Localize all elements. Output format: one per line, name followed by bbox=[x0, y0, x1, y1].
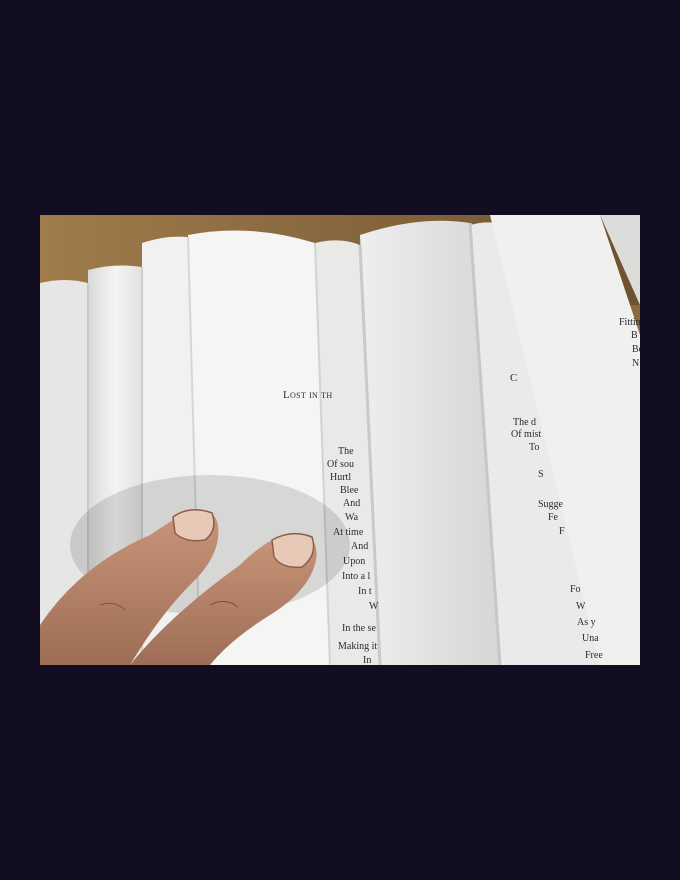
poem-line: Fo bbox=[570, 584, 581, 595]
poem-line: In the se bbox=[342, 623, 376, 634]
photo-scene bbox=[40, 215, 640, 665]
poem-line: Sugge bbox=[538, 499, 563, 510]
poem-line: S bbox=[538, 469, 544, 480]
poem-line: Upon bbox=[343, 556, 366, 567]
poem-line: Una bbox=[582, 633, 599, 644]
poem-line: And bbox=[351, 541, 369, 552]
poem-line: Bo bbox=[632, 344, 640, 355]
poem-line: The d bbox=[513, 417, 537, 428]
poem-title: Lost in th bbox=[283, 389, 333, 401]
poem-line: Of mist bbox=[511, 429, 542, 440]
poem-line: At time bbox=[333, 527, 364, 538]
poem-line: Fe bbox=[548, 512, 558, 523]
poem-line: Free bbox=[585, 650, 603, 661]
poem-line: W bbox=[369, 601, 379, 612]
poem-line: N bbox=[632, 358, 640, 369]
poem-line: W bbox=[576, 601, 586, 612]
poem-line: Hurtl bbox=[330, 472, 352, 483]
poem-line: In bbox=[363, 655, 372, 666]
poem-line: As y bbox=[577, 617, 596, 628]
poem-line: The bbox=[338, 446, 354, 457]
poem-line: Wa bbox=[345, 512, 359, 523]
poem-line: Into a l bbox=[342, 571, 371, 582]
poem-line: To bbox=[529, 442, 540, 453]
poem-line: In t bbox=[358, 586, 372, 597]
poem-line: Fitting tl bbox=[619, 317, 640, 328]
poem-line: Of sou bbox=[327, 459, 354, 470]
book-photo: Lost in th The Of sou Hurtl Blee And Wa At tim… bbox=[40, 215, 640, 665]
poem-line: And bbox=[343, 498, 361, 509]
poem-line: Blee bbox=[340, 485, 359, 496]
poem-title-mid: C bbox=[510, 372, 518, 384]
poem-line: B bbox=[631, 330, 638, 341]
poem-line: F bbox=[559, 526, 565, 537]
poem-line: Making it bbox=[338, 641, 378, 652]
